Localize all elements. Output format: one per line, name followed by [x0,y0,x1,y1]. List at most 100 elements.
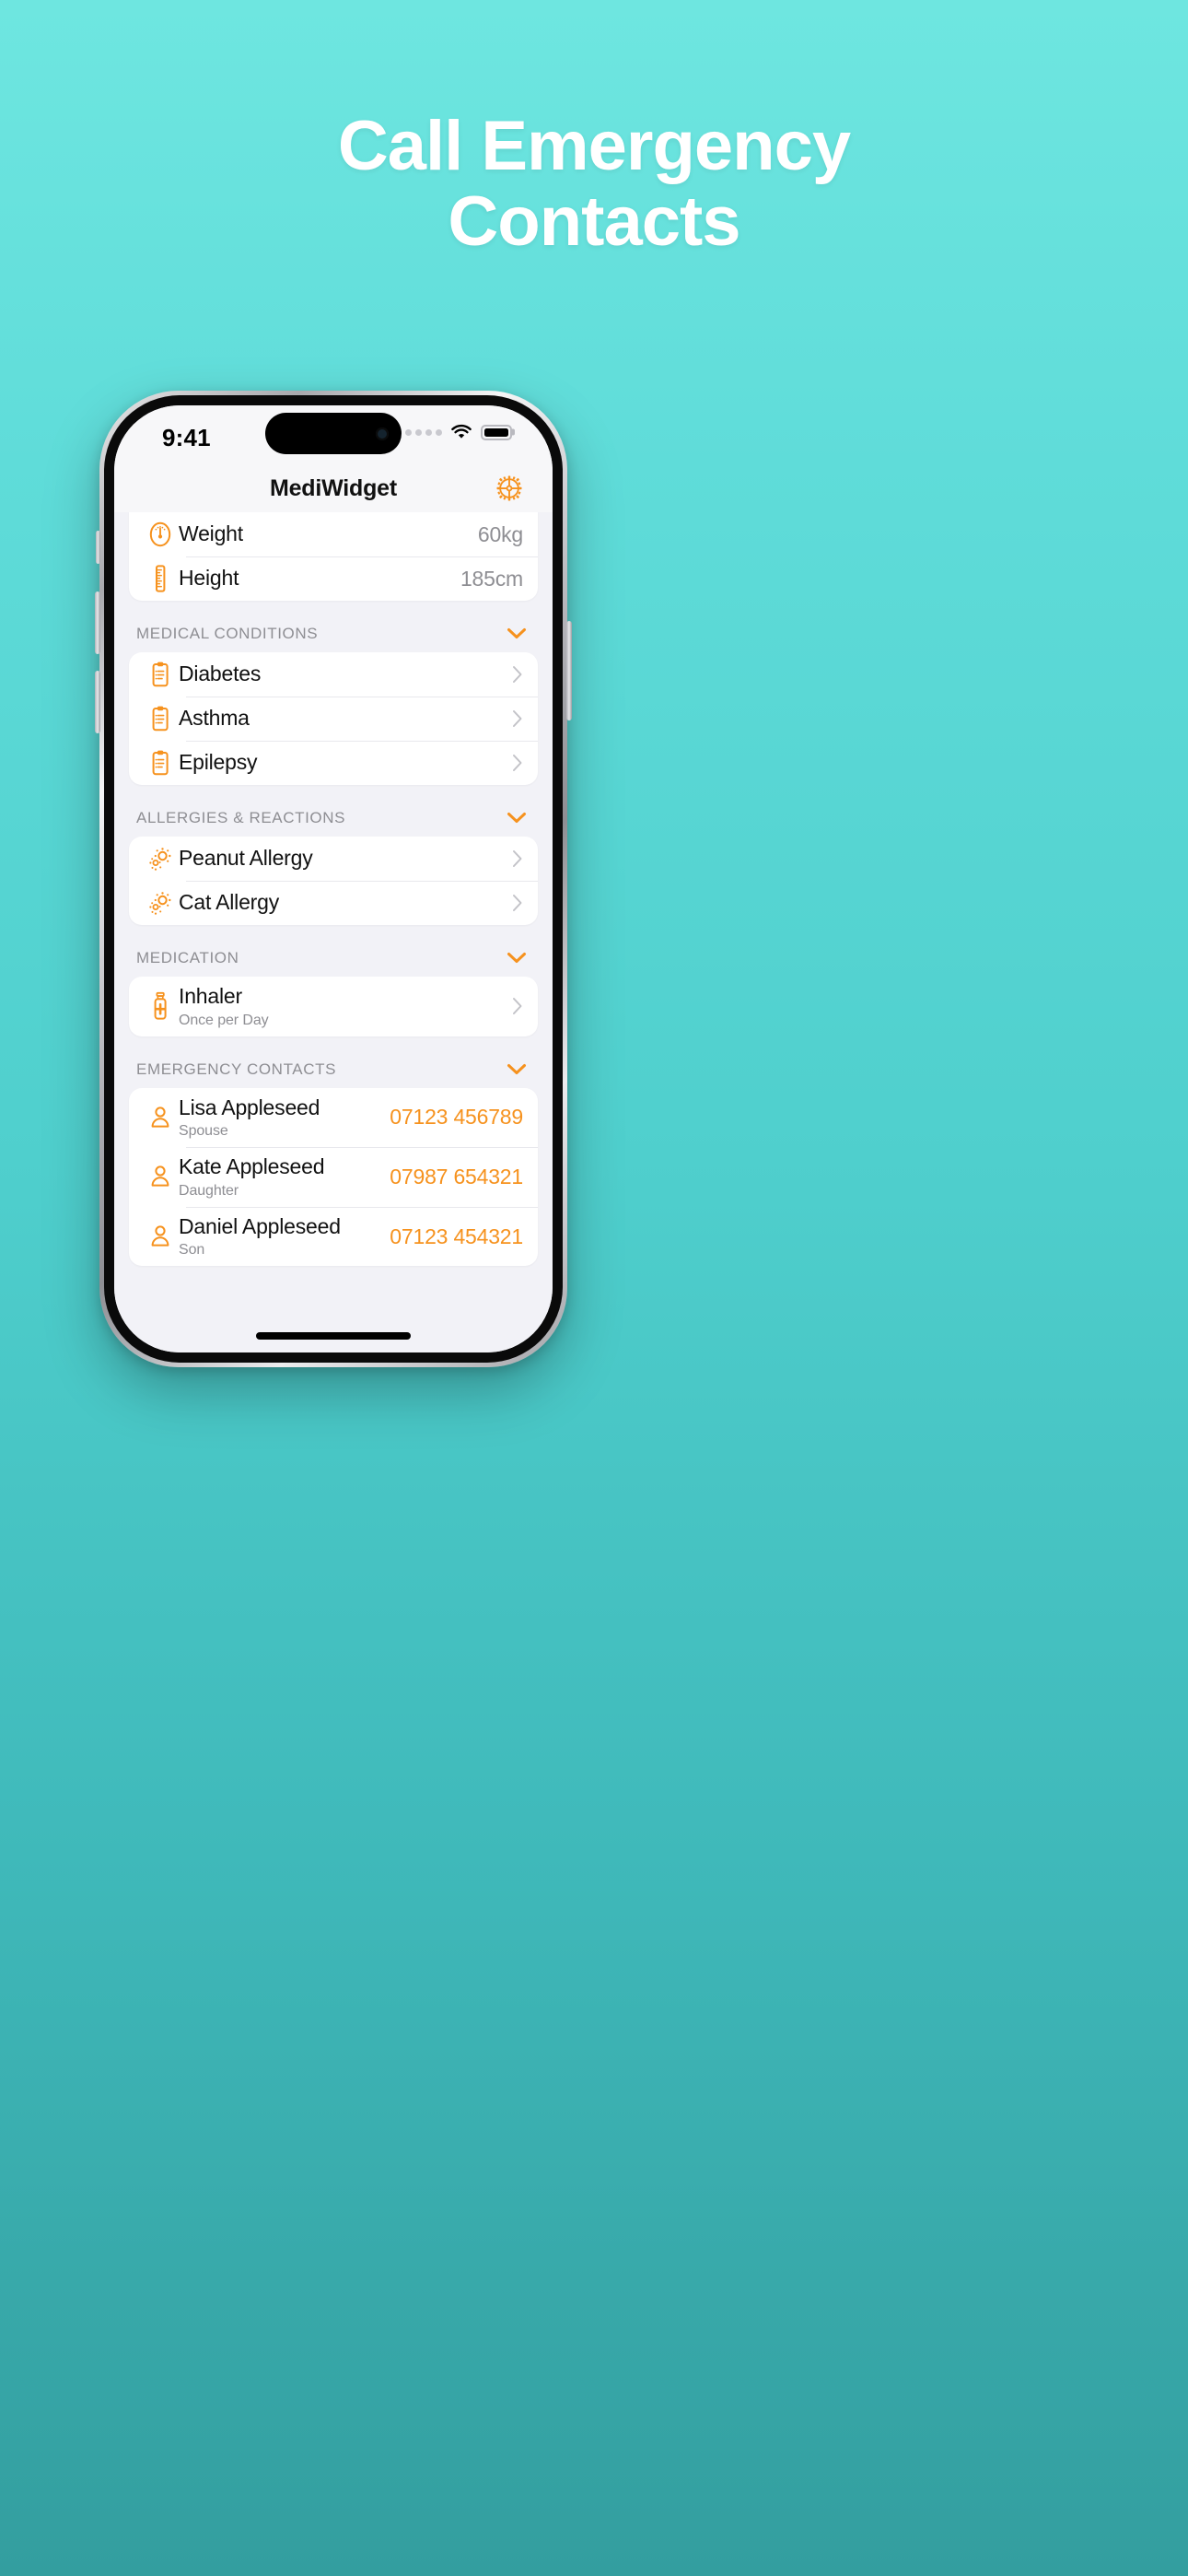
clipboard-icon [142,661,179,688]
section-header-medication[interactable]: MEDICATION [129,925,538,977]
list-item-label: Asthma [179,706,250,731]
list-item-text: Diabetes [179,654,503,695]
contact-phone-number[interactable]: 07123 456789 [390,1105,523,1130]
medication-card: Inhaler Once per Day [129,977,538,1036]
clipboard-icon [142,749,179,777]
list-item[interactable]: Peanut Allergy [129,837,538,881]
weight-scale-icon [142,521,179,548]
allergen-burst-icon [142,889,179,917]
contact-name: Daniel Appleseed [179,1213,341,1238]
contact-text: Daniel Appleseed Son [179,1207,390,1267]
contact-phone-number[interactable]: 07987 654321 [390,1165,523,1189]
promo-headline: Call Emergency Contacts [0,107,1188,262]
vitals-value: 185cm [460,566,523,591]
contact-name: Lisa Appleseed [179,1095,320,1119]
battery-full-icon [481,424,512,440]
vitals-row-weight[interactable]: Weight 60kg [129,512,538,556]
headline-line-1: Call Emergency [337,107,851,185]
chevron-right-icon[interactable] [503,665,523,684]
contact-relationship: Spouse [179,1123,228,1140]
allergen-burst-icon [142,845,179,872]
list-item-text: Inhaler Once per Day [179,977,503,1036]
cellular-dots-icon [405,428,442,436]
list-item-text: Peanut Allergy [179,838,503,879]
section-header-allergies[interactable]: ALLERGIES & REACTIONS [129,785,538,837]
contact-name: Kate Appleseed [179,1154,325,1179]
contact-relationship: Son [179,1242,205,1259]
list-item[interactable]: Asthma [129,697,538,741]
volume-up-button[interactable] [95,591,100,654]
list-item-subtitle: Once per Day [179,1012,269,1028]
mute-switch-button[interactable] [96,531,100,564]
ruler-icon [142,564,179,593]
list-item-label: Peanut Allergy [179,846,313,871]
power-button[interactable] [566,621,572,720]
list-item-text: Cat Allergy [179,883,503,923]
list-item-label: Epilepsy [179,750,258,775]
person-icon [142,1164,179,1189]
wifi-icon [451,424,472,439]
section-title: ALLERGIES & REACTIONS [136,809,346,826]
chevron-down-icon[interactable] [507,627,527,640]
medical-conditions-card: Diabetes Asthma Epilepsy [129,652,538,785]
headline-line-2: Contacts [448,182,740,262]
section-title: EMERGENCY CONTACTS [136,1060,337,1078]
chevron-down-icon[interactable] [507,1063,527,1076]
page-title: MediWidget [269,474,398,501]
vitals-label: Height [179,566,239,591]
list-item[interactable]: Cat Allergy [129,881,538,925]
dynamic-island [265,413,402,454]
chevron-right-icon[interactable] [503,894,523,912]
chevron-right-icon[interactable] [503,849,523,868]
contact-text: Lisa Appleseed Spouse [179,1088,390,1148]
gear-icon [496,475,522,501]
home-indicator[interactable] [256,1332,411,1340]
chevron-down-icon[interactable] [507,812,527,825]
table-row[interactable]: Daniel Appleseed Son 07123 454321 [129,1206,538,1267]
table-row[interactable]: Lisa Appleseed Spouse 07123 456789 [129,1088,538,1148]
section-header-emergency-contacts[interactable]: EMERGENCY CONTACTS [129,1036,538,1088]
phone-frame: 9:41 MediWidget Weight 60kg Height 185cm… [95,391,572,1367]
settings-button[interactable] [494,473,525,504]
clipboard-icon [142,705,179,732]
front-camera-icon [376,427,389,440]
status-bar: 9:41 [114,405,553,464]
vitals-card: Weight 60kg Height 185cm [129,512,538,601]
status-bar-indicators [405,424,512,440]
list-item-text: Epilepsy [179,743,503,783]
app-nav-bar: MediWidget [114,464,553,512]
list-item[interactable]: Epilepsy [129,741,538,785]
person-icon [142,1224,179,1249]
table-row[interactable]: Kate Appleseed Daughter 07987 654321 [129,1147,538,1207]
list-item-label: Diabetes [179,662,262,686]
list-item[interactable]: Inhaler Once per Day [129,977,538,1036]
list-item-label: Cat Allergy [179,890,280,915]
list-item[interactable]: Diabetes [129,652,538,697]
section-title: MEDICATION [136,949,239,966]
vitals-label-wrap: Weight [179,514,478,555]
phone-bezel: 9:41 MediWidget Weight 60kg Height 185cm… [104,395,563,1363]
vitals-row-height[interactable]: Height 185cm [129,556,538,601]
chevron-down-icon[interactable] [507,952,527,965]
section-header-medical-conditions[interactable]: MEDICAL CONDITIONS [129,601,538,652]
chevron-right-icon[interactable] [503,997,523,1015]
list-item-text: Asthma [179,698,503,739]
allergies-card: Peanut Allergy Cat Allergy [129,837,538,925]
chevron-right-icon[interactable] [503,754,523,772]
phone-mockup: 9:41 MediWidget Weight 60kg Height 185cm… [95,391,572,1367]
contact-text: Kate Appleseed Daughter [179,1147,390,1207]
person-icon [142,1105,179,1130]
medicine-bottle-icon [142,991,179,1021]
vitals-label-wrap: Height [179,558,460,599]
section-title: MEDICAL CONDITIONS [136,625,319,642]
medical-profile-list[interactable]: Weight 60kg Height 185cm MEDICAL CONDITI… [114,512,553,1352]
chevron-right-icon[interactable] [503,709,523,728]
list-item-label: Inhaler [179,984,242,1008]
status-bar-time: 9:41 [162,424,211,451]
emergency-contacts-card: Lisa Appleseed Spouse 07123 456789 Kate … [129,1087,538,1267]
contact-phone-number[interactable]: 07123 454321 [390,1224,523,1249]
volume-down-button[interactable] [95,671,100,733]
vitals-value: 60kg [477,521,523,546]
phone-screen: 9:41 MediWidget Weight 60kg Height 185cm… [114,405,553,1352]
vitals-label: Weight [179,521,243,546]
